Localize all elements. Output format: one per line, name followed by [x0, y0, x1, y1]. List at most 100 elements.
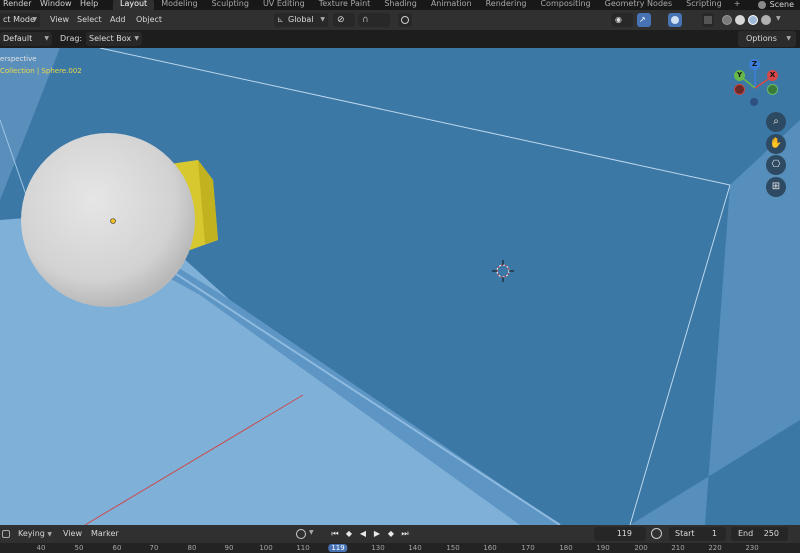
ruler-tick-label: 150	[446, 544, 460, 552]
record-icon[interactable]	[296, 529, 306, 539]
tab-layout[interactable]: Layout	[113, 0, 155, 10]
drag-mode-dropdown[interactable]: Select Box ▼	[86, 32, 142, 46]
solid-shading-icon[interactable]	[735, 15, 745, 25]
ruler-tick-label: 230	[745, 544, 759, 552]
ruler-tick-label: 110	[296, 544, 310, 552]
tab-geometry-nodes[interactable]: Geometry Nodes	[598, 0, 679, 10]
top-menu-bar: Render Window Help Layout Modeling Sculp…	[0, 0, 800, 10]
orientation-icon: ⊾	[277, 15, 284, 24]
scene-selector[interactable]: Scene	[757, 0, 800, 10]
menu-add[interactable]: Add	[110, 14, 126, 26]
tab-modeling[interactable]: Modeling	[154, 0, 204, 10]
menu-help[interactable]: Help	[80, 0, 98, 8]
gizmo-neg-x-axis[interactable]	[734, 84, 745, 95]
gizmo-y-axis[interactable]: Y	[734, 70, 745, 81]
chevron-down-icon: ▼	[134, 35, 139, 42]
keying-menu[interactable]: Keying ▼	[18, 528, 52, 541]
gizmo-x-axis[interactable]: X	[767, 70, 778, 81]
current-frame-value: 119	[616, 529, 632, 538]
workspace-tabs: Layout Modeling Sculpting UV Editing Tex…	[113, 0, 745, 10]
play-reverse-icon[interactable]: ◀	[358, 529, 368, 539]
wireframe-shading-icon[interactable]	[722, 15, 732, 25]
editor-type-icon[interactable]	[2, 530, 10, 538]
ruler-tick-label: 220	[708, 544, 722, 552]
perspective-toggle-button[interactable]: ⊞	[766, 177, 786, 197]
chevron-down-icon: ▼	[32, 16, 37, 23]
frame-ruler[interactable]: 40 50 60 70 80 90 100 110 119 130 140 150 160 170 180 1…	[0, 543, 800, 553]
ruler-tick-label: 40	[36, 544, 46, 552]
end-label: End	[738, 529, 754, 538]
chevron-down-icon: ▼	[320, 16, 325, 23]
drag-label: Drag:	[60, 34, 83, 43]
tab-sculpting[interactable]: Sculpting	[205, 0, 256, 10]
tab-animation[interactable]: Animation	[424, 0, 479, 10]
jump-keyframe-forward-icon[interactable]: ◆	[386, 529, 396, 539]
ruler-tick-label: 60	[112, 544, 122, 552]
pan-button[interactable]: ✋	[766, 134, 786, 154]
camera-view-button[interactable]: ⎔	[766, 155, 786, 175]
start-frame-field[interactable]: Start 1	[669, 527, 726, 541]
current-frame-marker[interactable]: 119	[328, 544, 348, 552]
chevron-down-icon[interactable]: ▼	[776, 15, 781, 22]
jump-end-icon[interactable]: ⏭	[400, 529, 410, 539]
mode-label: ct Mode	[3, 15, 35, 24]
visibility-dropdown[interactable]: ◉	[611, 13, 633, 27]
sphere-origin-point	[110, 218, 116, 224]
menu-window[interactable]: Window	[40, 0, 72, 8]
play-icon[interactable]: ▶	[372, 529, 382, 539]
clock-icon[interactable]	[651, 528, 662, 539]
jump-keyframe-back-icon[interactable]: ◆	[344, 529, 354, 539]
scene-icon	[757, 1, 766, 9]
menu-view[interactable]: View	[63, 528, 82, 540]
overlays-toggle-button[interactable]	[668, 13, 682, 27]
menu-marker[interactable]: Marker	[91, 528, 119, 540]
gizmo-neg-y-axis[interactable]	[767, 84, 778, 95]
chevron-down-icon[interactable]: ▼	[309, 529, 314, 536]
menu-select[interactable]: Select	[77, 14, 102, 26]
menu-view[interactable]: View	[50, 14, 69, 26]
gizmo-z-axis[interactable]: Z	[749, 59, 760, 70]
link-icon: ⊘	[337, 15, 345, 25]
mode-dropdown[interactable]: ct Mode ▼	[0, 13, 40, 27]
tab-texture-paint[interactable]: Texture Paint	[312, 0, 378, 10]
ruler-tick-label: 210	[671, 544, 685, 552]
chevron-down-icon: ▼	[47, 531, 53, 538]
pivot-point-button[interactable]: ⊘	[333, 13, 355, 27]
sphere-object[interactable]	[21, 133, 195, 307]
navigation-gizmo[interactable]: Z Y X	[727, 58, 783, 114]
3d-viewport[interactable]: erspective Collection | Sphere.002 Z Y X…	[0, 48, 800, 525]
current-frame-field[interactable]: 119	[594, 527, 646, 541]
snap-button[interactable]: ∩	[358, 13, 390, 27]
jump-start-icon[interactable]: ⏮	[330, 529, 340, 539]
proportional-edit-button[interactable]	[398, 13, 412, 27]
tab-uv-editing[interactable]: UV Editing	[256, 0, 312, 10]
orientation-label: Global	[288, 15, 314, 24]
menu-render[interactable]: Render	[3, 0, 31, 8]
transform-orientation-dropdown[interactable]: ⊾ Global ▼	[274, 13, 328, 27]
add-workspace-button[interactable]: +	[729, 0, 746, 10]
rendered-shading-icon[interactable]	[761, 15, 771, 25]
end-frame-field[interactable]: End 250	[731, 527, 788, 541]
orientation-preset-label: Default	[3, 34, 33, 43]
gizmo-neg-z-axis[interactable]	[750, 98, 758, 106]
gizmo-toggle-button[interactable]: ↗	[637, 13, 651, 27]
ruler-tick-label: 140	[408, 544, 422, 552]
drag-mode-label: Select Box	[89, 34, 132, 43]
ruler-tick-label: 130	[371, 544, 385, 552]
tab-rendering[interactable]: Rendering	[479, 0, 534, 10]
material-preview-shading-icon[interactable]	[748, 15, 758, 25]
active-object-label: Collection | Sphere.002	[0, 67, 82, 75]
options-label: Options	[746, 34, 777, 43]
zoom-button[interactable]: ⌕	[766, 112, 786, 132]
start-value: 1	[711, 529, 717, 538]
orientation-preset-dropdown[interactable]: Default ▼	[0, 32, 52, 46]
options-button[interactable]: Options ▼	[738, 31, 796, 47]
tab-shading[interactable]: Shading	[377, 0, 424, 10]
menu-object[interactable]: Object	[136, 14, 162, 26]
tab-scripting[interactable]: Scripting	[679, 0, 729, 10]
xray-icon	[704, 16, 712, 24]
xray-toggle-button[interactable]	[702, 13, 714, 27]
ruler-tick-label: 80	[187, 544, 197, 552]
ruler-tick-label: 170	[521, 544, 535, 552]
tab-compositing[interactable]: Compositing	[533, 0, 597, 10]
